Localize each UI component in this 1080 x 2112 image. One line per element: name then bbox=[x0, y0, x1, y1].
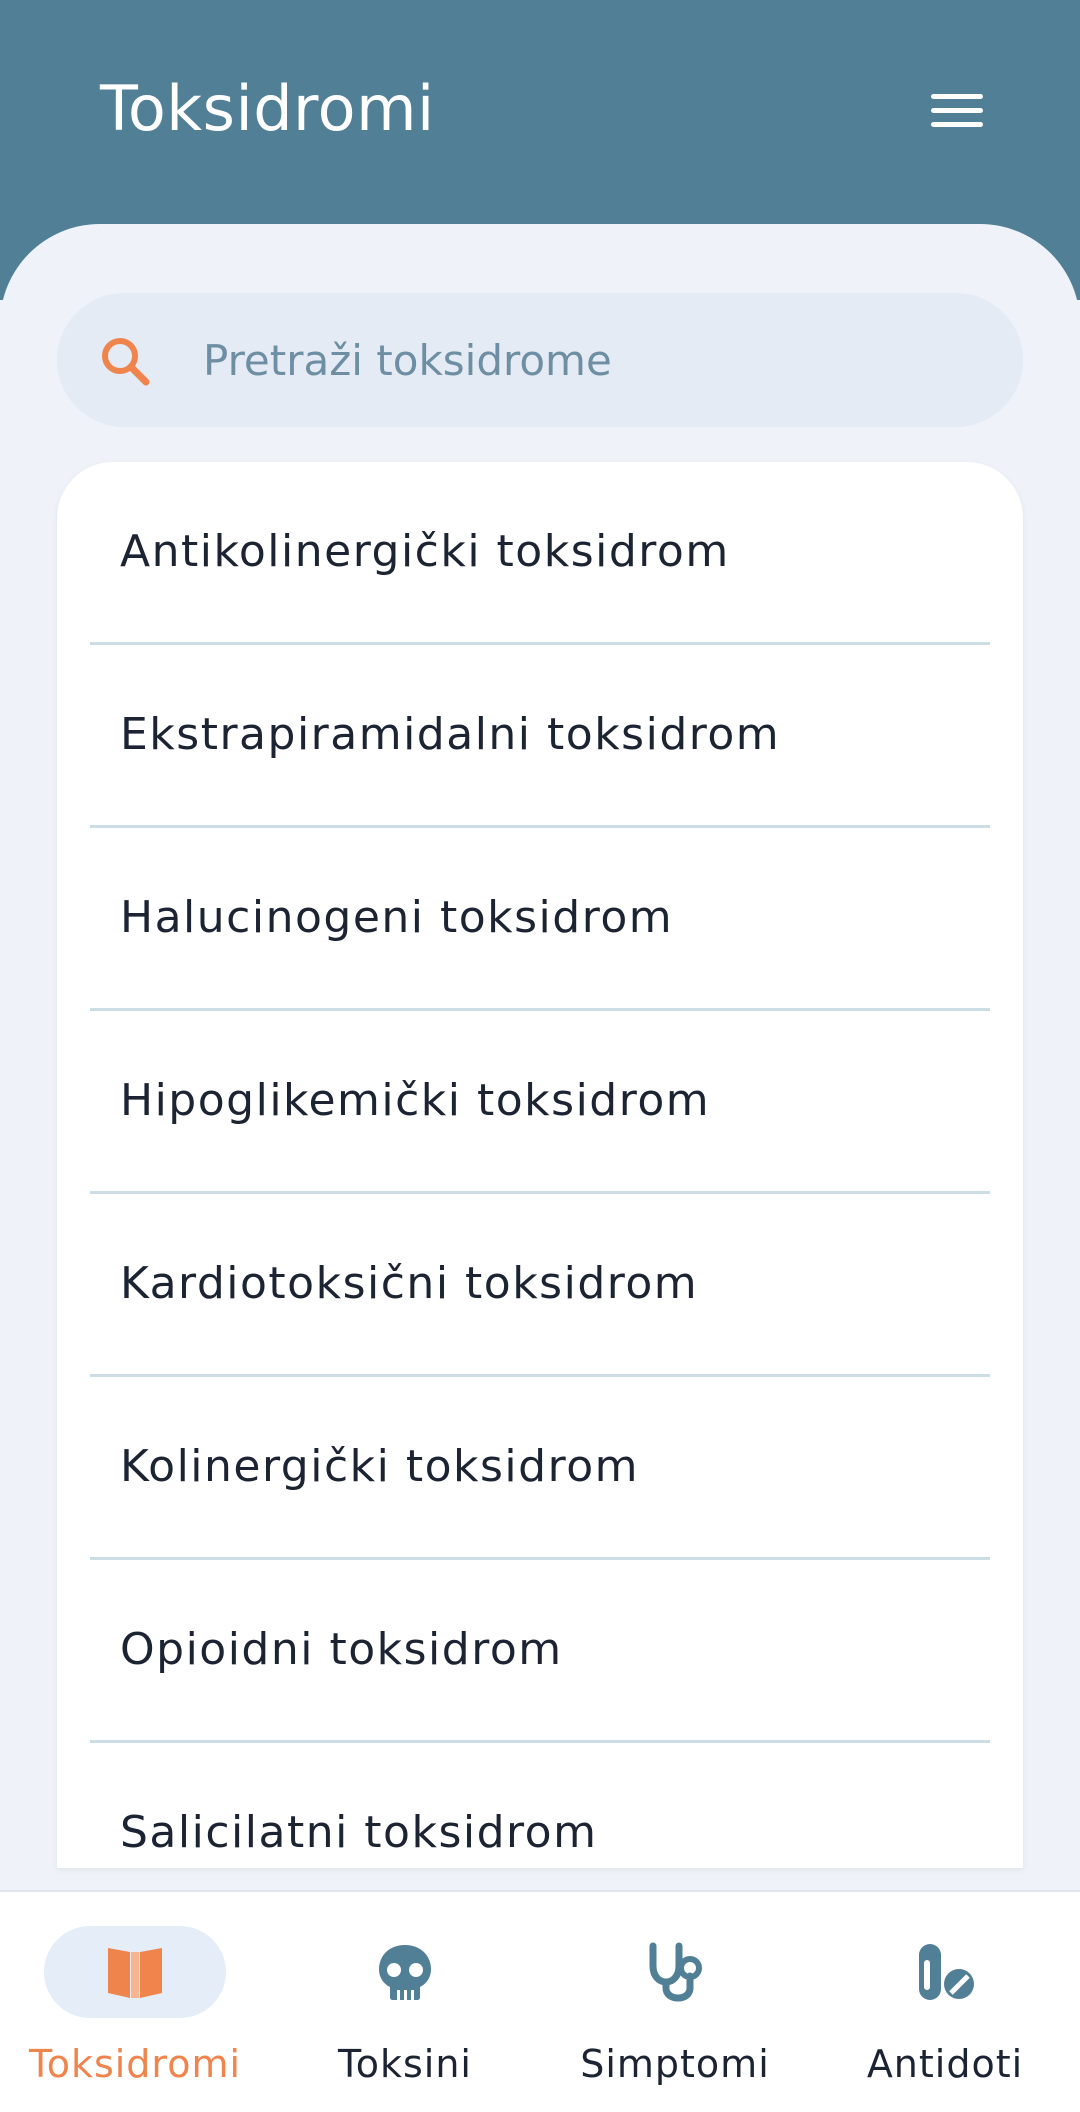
toxidrome-list: Antikolinergički toksidrom Ekstrapiramid… bbox=[57, 462, 1023, 1868]
hamburger-menu-icon[interactable] bbox=[912, 80, 1002, 140]
list-item[interactable]: Opioidni toksidrom bbox=[57, 1560, 1023, 1743]
list-item-label: Kolinergički toksidrom bbox=[120, 1441, 639, 1492]
nav-label: Simptomi bbox=[580, 2042, 770, 2086]
bottom-navigation: Toksidromi Toksini Simptomi Antidoti bbox=[0, 1890, 1080, 2112]
skull-icon bbox=[379, 1945, 431, 2000]
nav-label: Antidoti bbox=[866, 2042, 1024, 2086]
nav-item-toksidromi[interactable]: Toksidromi bbox=[0, 1892, 270, 2112]
list-item[interactable]: Kolinergički toksidrom bbox=[57, 1377, 1023, 1560]
nav-item-antidoti[interactable]: Antidoti bbox=[810, 1892, 1080, 2112]
list-item-label: Kardiotoksični toksidrom bbox=[120, 1258, 699, 1309]
list-item-label: Halucinogeni toksidrom bbox=[120, 892, 674, 943]
page-title: Toksidromi bbox=[100, 72, 435, 145]
list-item[interactable]: Antikolinergički toksidrom bbox=[57, 462, 1023, 645]
stethoscope-icon bbox=[649, 1942, 702, 2002]
list-item[interactable]: Kardiotoksični toksidrom bbox=[57, 1194, 1023, 1377]
open-book-icon bbox=[108, 1948, 162, 1998]
search-bar[interactable] bbox=[57, 293, 1023, 427]
list-item[interactable]: Halucinogeni toksidrom bbox=[57, 828, 1023, 1011]
list-item-label: Antikolinergički toksidrom bbox=[120, 526, 730, 577]
list-item-label: Salicilatni toksidrom bbox=[120, 1807, 598, 1858]
list-item[interactable]: Salicilatni toksidrom bbox=[57, 1743, 1023, 1868]
search-input[interactable] bbox=[203, 315, 983, 405]
search-icon bbox=[102, 338, 150, 386]
list-item-label: Hipoglikemički toksidrom bbox=[120, 1075, 711, 1126]
list-item[interactable]: Ekstrapiramidalni toksidrom bbox=[57, 645, 1023, 828]
nav-item-toksini[interactable]: Toksini bbox=[270, 1892, 540, 2112]
nav-item-simptomi[interactable]: Simptomi bbox=[540, 1892, 810, 2112]
list-item[interactable]: Hipoglikemički toksidrom bbox=[57, 1011, 1023, 1194]
list-item-label: Ekstrapiramidalni toksidrom bbox=[120, 709, 781, 760]
nav-label: Toksidromi bbox=[28, 2042, 242, 2086]
nav-label: Toksini bbox=[337, 2042, 472, 2086]
list-item-label: Opioidni toksidrom bbox=[120, 1624, 563, 1675]
pills-icon bbox=[919, 1944, 974, 2000]
